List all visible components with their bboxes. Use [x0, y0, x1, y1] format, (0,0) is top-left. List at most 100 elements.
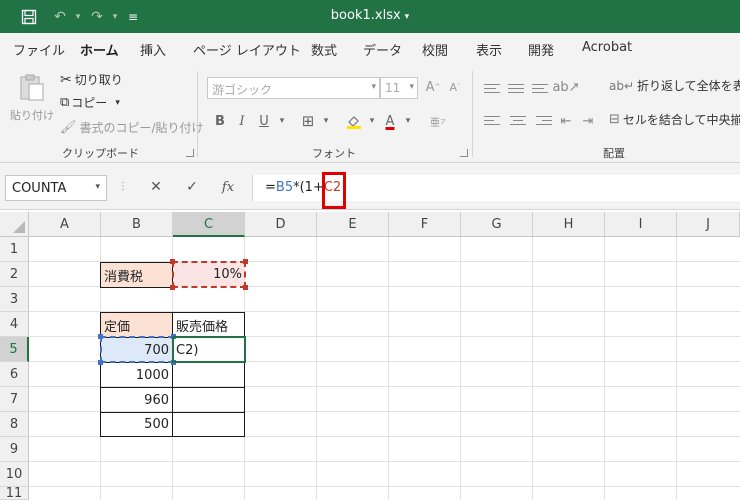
ribbon-tabs: ファイル ホーム 挿入 ページ レイアウト 数式 データ 校閲 表示 開発 Ac…: [0, 33, 740, 66]
tab-data[interactable]: データ: [363, 40, 402, 59]
row-header-5[interactable]: 5: [0, 337, 29, 362]
row-header-4[interactable]: 4: [0, 312, 29, 337]
cell-c6[interactable]: [172, 362, 245, 388]
font-name-box[interactable]: 游ゴシック ▾: [207, 77, 380, 99]
borders-dropdown-icon[interactable]: ▾: [316, 111, 336, 131]
row-header-2[interactable]: 2: [0, 262, 29, 287]
phonetic-icon[interactable]: 亜ア: [428, 111, 448, 131]
column-header-i[interactable]: I: [605, 212, 677, 237]
window-title[interactable]: book1.xlsx ▾: [0, 8, 740, 23]
cell-b4[interactable]: 定価: [100, 312, 173, 338]
select-all-button[interactable]: [0, 212, 29, 237]
merge-center-label: セルを結合して中央揃: [622, 113, 740, 127]
column-header-e[interactable]: E: [317, 212, 389, 237]
range-handle[interactable]: [243, 259, 248, 264]
font-name-dropdown-icon[interactable]: ▾: [371, 82, 376, 92]
tab-formulas[interactable]: 数式: [311, 40, 337, 59]
column-header-f[interactable]: F: [389, 212, 461, 237]
cut-label: 切り取り: [74, 73, 123, 87]
cell-b2[interactable]: 消費税: [100, 262, 173, 288]
cell-b7[interactable]: 960: [100, 387, 173, 413]
tab-home[interactable]: ホーム: [80, 40, 119, 66]
font-launcher-icon[interactable]: [460, 149, 468, 157]
align-right-icon[interactable]: [532, 111, 552, 129]
increase-font-icon[interactable]: A ^: [423, 77, 443, 97]
decrease-font-icon[interactable]: Aˇ: [445, 77, 465, 97]
column-header-d[interactable]: D: [245, 212, 317, 237]
paste-button[interactable]: 貼り付け: [10, 73, 54, 123]
increase-indent-icon[interactable]: ⇥: [578, 111, 598, 131]
cell-c8[interactable]: [172, 412, 245, 437]
row-header-8[interactable]: 8: [0, 412, 29, 437]
font-color-icon[interactable]: A: [380, 111, 400, 131]
font-size-dropdown-icon[interactable]: ▾: [409, 82, 414, 92]
range-handle[interactable]: [243, 285, 248, 290]
align-middle-icon[interactable]: [508, 79, 528, 97]
merge-center-button[interactable]: ⊟ セルを結合して中央揃: [609, 111, 740, 128]
title-bar: ↶ ▾ ↷ ▾ ≡ book1.xlsx ▾: [0, 0, 740, 33]
row-header-11[interactable]: 11: [0, 486, 29, 501]
range-handle[interactable]: [98, 334, 103, 339]
function-icon[interactable]: fx: [218, 177, 238, 197]
tab-review[interactable]: 校閲: [422, 40, 448, 59]
tab-insert[interactable]: 挿入: [140, 40, 166, 59]
spreadsheet-grid[interactable]: A B C D E F G H I J 1 2 3 4 5 6 7 8 9 10…: [0, 212, 740, 501]
italic-icon[interactable]: I: [232, 111, 252, 131]
cut-icon: ✂: [60, 71, 72, 88]
column-header-b[interactable]: B: [101, 212, 173, 237]
column-header-h[interactable]: H: [533, 212, 605, 237]
wrap-text-button[interactable]: ab↵ 折り返して全体を表示す: [609, 77, 740, 94]
tab-file[interactable]: ファイル: [13, 40, 65, 59]
tab-developer[interactable]: 開発: [528, 40, 554, 59]
font-color-dropdown-icon[interactable]: ▾: [398, 111, 418, 131]
underline-dropdown-icon[interactable]: ▾: [272, 111, 292, 131]
format-painter-button[interactable]: 🖌 書式のコピー/貼り付け: [60, 119, 204, 136]
align-bottom-icon[interactable]: [532, 79, 552, 97]
format-painter-icon: 🖌: [60, 120, 77, 135]
font-size-box[interactable]: 11 ▾: [380, 77, 418, 99]
fill-color-icon[interactable]: [344, 111, 364, 131]
cell-b5[interactable]: 700: [100, 337, 173, 363]
tab-page-layout[interactable]: ページ レイアウト: [193, 40, 301, 59]
column-header-c[interactable]: C: [173, 212, 245, 237]
cell-b6[interactable]: 1000: [100, 362, 173, 388]
column-header-g[interactable]: G: [461, 212, 533, 237]
cell-c4[interactable]: 販売価格: [172, 312, 245, 338]
underline-icon[interactable]: U: [254, 111, 274, 131]
row-header-10[interactable]: 10: [0, 462, 29, 487]
tab-view[interactable]: 表示: [476, 40, 502, 59]
align-top-icon[interactable]: [484, 79, 504, 97]
column-header-a[interactable]: A: [29, 212, 101, 237]
cell-c5[interactable]: C2): [172, 337, 245, 363]
name-box-dropdown-icon[interactable]: ▾: [95, 182, 100, 192]
cut-button[interactable]: ✂ 切り取り: [60, 71, 123, 88]
row-header-9[interactable]: 9: [0, 437, 29, 462]
tab-acrobat[interactable]: Acrobat: [582, 40, 632, 55]
align-left-icon[interactable]: [484, 111, 504, 129]
range-handle[interactable]: [171, 334, 176, 339]
row-header-3[interactable]: 3: [0, 287, 29, 312]
row-header-7[interactable]: 7: [0, 387, 29, 412]
clipboard-launcher-icon[interactable]: [186, 149, 194, 157]
bold-icon[interactable]: B: [210, 111, 230, 131]
decrease-indent-icon[interactable]: ⇤: [556, 111, 576, 131]
column-header-j[interactable]: J: [677, 212, 740, 237]
cell-c2[interactable]: 10%: [173, 262, 245, 287]
row-header-1[interactable]: 1: [0, 237, 29, 262]
borders-icon[interactable]: ⊞: [298, 111, 318, 131]
range-handle[interactable]: [170, 285, 175, 290]
range-handle[interactable]: [98, 360, 103, 365]
copy-dropdown-icon[interactable]: ▾: [115, 98, 120, 108]
enter-icon[interactable]: ✓: [182, 177, 202, 197]
align-center-icon[interactable]: [508, 111, 528, 129]
cell-b8[interactable]: 500: [100, 412, 173, 437]
name-box[interactable]: COUNTA ▾: [5, 175, 107, 201]
fill-color-dropdown-icon[interactable]: ▾: [362, 111, 382, 131]
copy-button[interactable]: ⧉ コピー ▾: [60, 94, 120, 111]
cancel-icon[interactable]: ✕: [146, 177, 166, 197]
range-handle[interactable]: [170, 259, 175, 264]
range-handle[interactable]: [171, 360, 176, 365]
row-header-6[interactable]: 6: [0, 362, 29, 387]
orientation-icon[interactable]: ab↗: [552, 77, 579, 97]
cell-c7[interactable]: [172, 387, 245, 413]
